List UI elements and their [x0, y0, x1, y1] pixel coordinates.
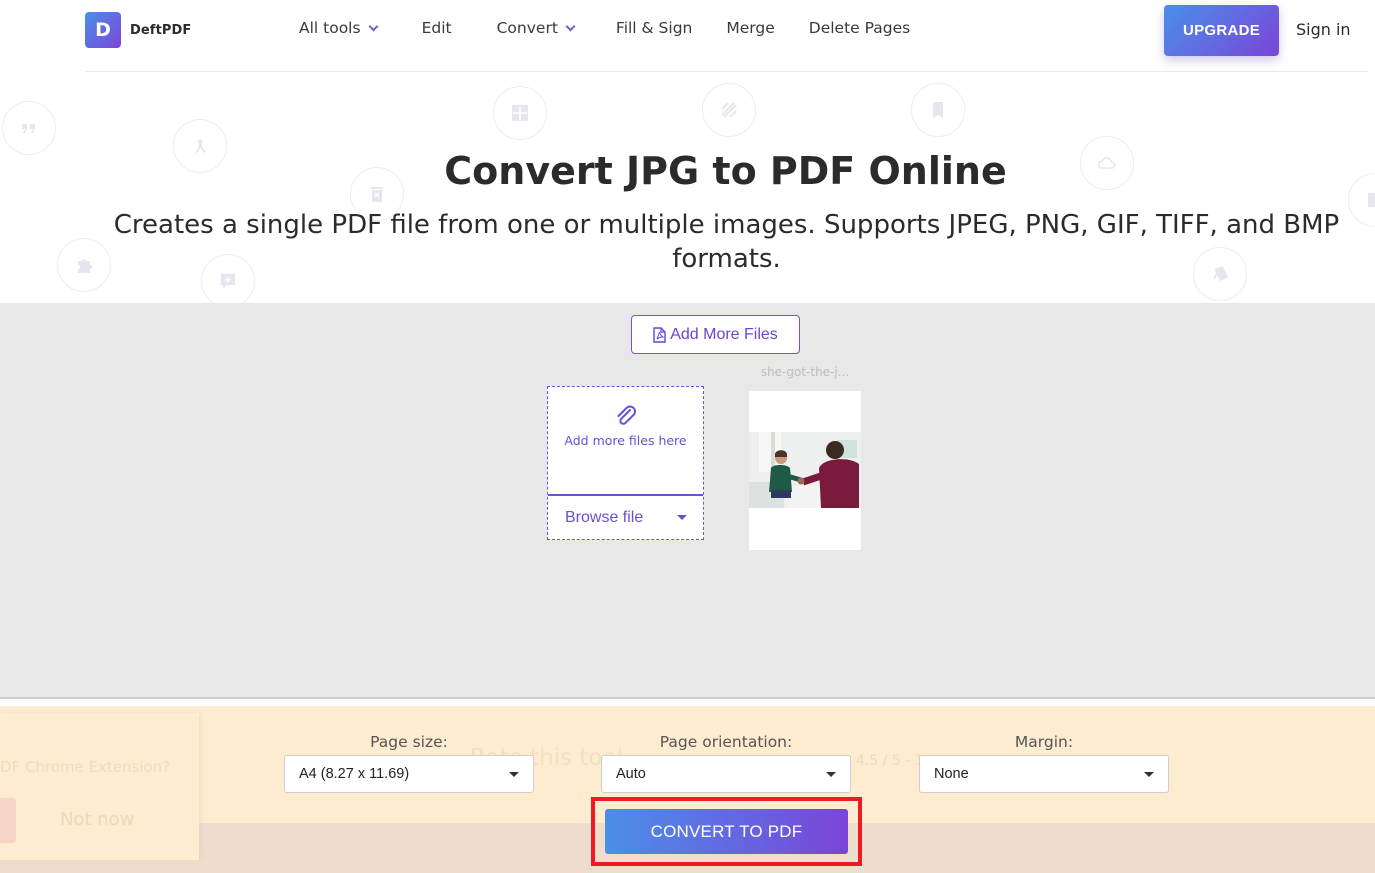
add-more-files-label: Add More Files	[670, 325, 778, 343]
pdf-file-icon	[653, 326, 666, 343]
nav-convert[interactable]: Convert	[496, 19, 576, 37]
nav-convert-label: Convert	[496, 19, 558, 37]
header: D DeftPDF All tools Edit Convert Fill & …	[0, 0, 1375, 72]
page-size-label: Page size:	[370, 733, 448, 751]
browse-file-button[interactable]: Browse file	[548, 496, 703, 540]
page-orientation-label: Page orientation:	[659, 733, 793, 751]
browse-file-label: Browse file	[565, 508, 644, 526]
nav-all-tools-label: All tools	[299, 19, 361, 37]
margin-select[interactable]: None	[919, 755, 1169, 793]
caret-down-icon	[509, 771, 519, 777]
not-now-button[interactable]: Not now	[60, 809, 134, 830]
add-more-files-button[interactable]: Add More Files	[631, 315, 800, 354]
page-subtitle: Creates a single PDF file from one or mu…	[113, 210, 1340, 274]
file-name: she-got-the-j...	[760, 365, 850, 379]
chevron-down-icon	[565, 21, 576, 31]
dropzone-area[interactable]: Add more files here	[548, 387, 703, 494]
chrome-extension-popup	[0, 713, 199, 860]
page-size-value: A4 (8.27 x 11.69)	[299, 766, 410, 782]
dropzone-text: Add more files here	[564, 433, 687, 448]
convert-to-pdf-button[interactable]: CONVERT TO PDF	[605, 809, 848, 854]
nav-delete-pages[interactable]: Delete Pages	[809, 19, 910, 37]
nav-all-tools[interactable]: All tools	[299, 19, 379, 37]
brand-name: DeftPDF	[130, 22, 192, 38]
sign-in-link[interactable]: Sign in	[1296, 20, 1351, 39]
page-orientation-value: Auto	[616, 766, 646, 782]
grid-icon	[493, 86, 547, 140]
puzzle-icon	[57, 238, 111, 292]
header-divider	[85, 71, 1368, 72]
nav-edit-label: Edit	[421, 19, 452, 37]
nav-merge-label: Merge	[726, 19, 775, 37]
hero: Convert JPG to PDF Online Creates a sing…	[0, 72, 1375, 303]
image-preview	[749, 432, 861, 508]
nav-delete-pages-label: Delete Pages	[808, 19, 911, 37]
upgrade-button[interactable]: UPGRADE	[1164, 5, 1279, 56]
extension-prompt-text: DF Chrome Extension?	[0, 758, 171, 776]
nav-fill-sign[interactable]: Fill & Sign	[616, 19, 692, 37]
page-title: Convert JPG to PDF Online	[444, 149, 1007, 193]
rating-score: 4.5 / 5 - 1	[856, 753, 924, 769]
stripes-icon	[702, 83, 756, 137]
margin-label: Margin:	[1014, 733, 1074, 751]
nav-fill-sign-label: Fill & Sign	[615, 19, 693, 37]
workspace-divider	[0, 697, 1375, 699]
paperclip-icon	[617, 405, 636, 425]
caret-down-icon	[1144, 771, 1154, 777]
chevron-down-icon	[368, 21, 379, 31]
nav-merge[interactable]: Merge	[726, 19, 774, 37]
extension-install-button[interactable]	[0, 798, 16, 843]
main-nav: All tools Edit Convert Fill & Sign Merge…	[299, 19, 910, 37]
file-dropzone[interactable]: Add more files here Browse file	[547, 386, 704, 540]
caret-down-icon	[826, 771, 836, 777]
caret-down-icon[interactable]	[677, 515, 687, 520]
logo[interactable]: D DeftPDF	[85, 12, 191, 48]
file-thumbnail[interactable]	[749, 391, 861, 550]
nav-edit[interactable]: Edit	[422, 19, 452, 37]
quote-icon	[2, 101, 56, 155]
page-orientation-select[interactable]: Auto	[601, 755, 851, 793]
bookmark-icon	[911, 83, 965, 137]
logo-mark: D	[85, 12, 121, 48]
margin-value: None	[934, 766, 969, 782]
page-size-select[interactable]: A4 (8.27 x 11.69)	[284, 755, 534, 793]
